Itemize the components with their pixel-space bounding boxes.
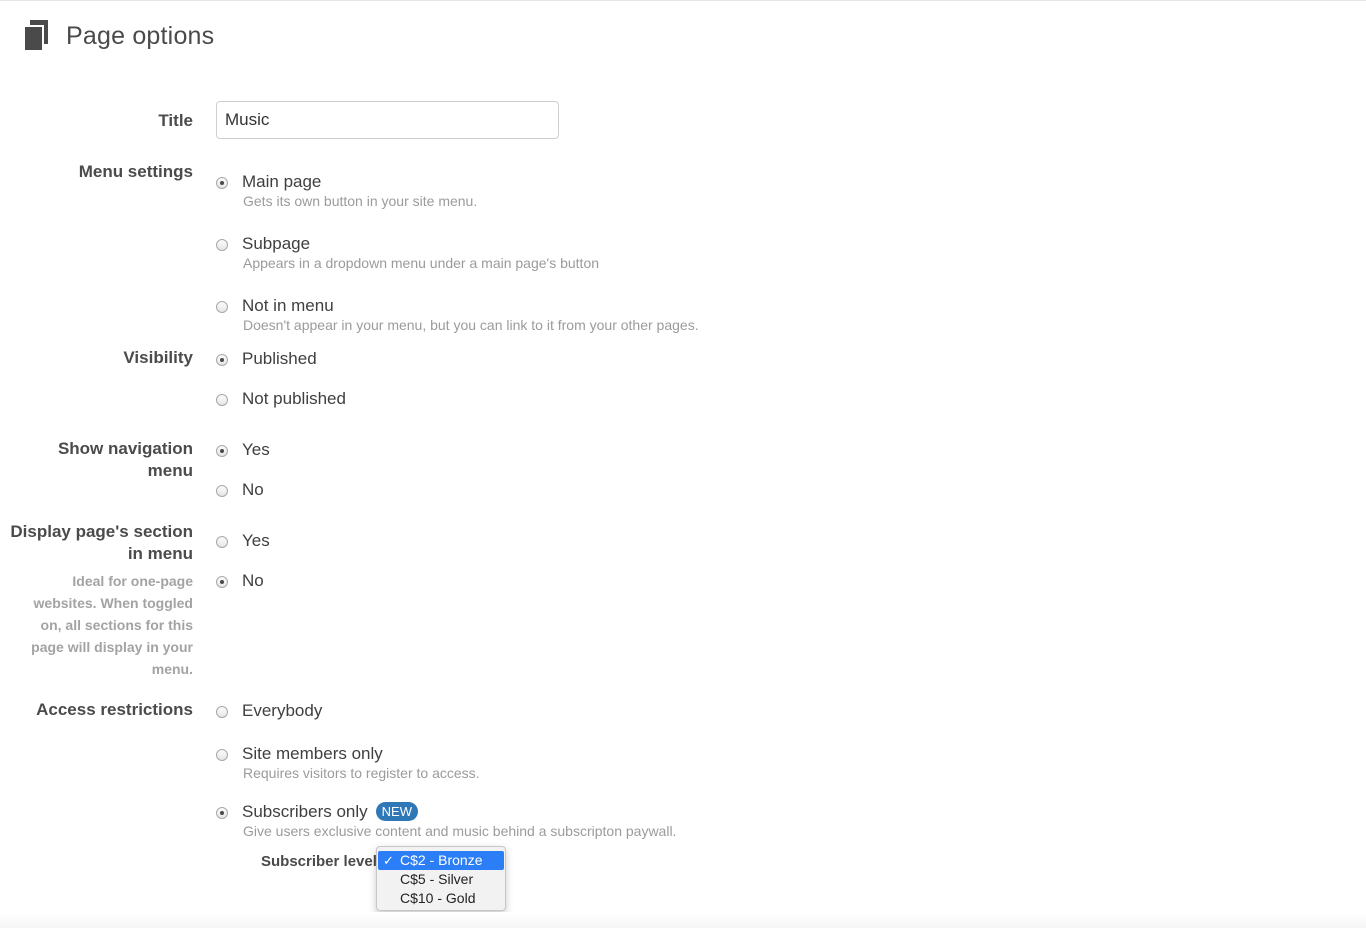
display-section-label-line2: in menu [127, 544, 193, 563]
radio-subscribers[interactable] [216, 807, 228, 819]
display-section-label: Display page's section in menu [10, 521, 193, 565]
help-line: page will display in your [31, 639, 193, 655]
pages-icon [22, 20, 50, 52]
radio-not-published[interactable] [216, 394, 228, 406]
option-label: Main page [242, 172, 322, 191]
dropdown-option-bronze[interactable]: ✓ C$2 - Bronze [378, 851, 504, 870]
radio-site-members[interactable] [216, 749, 228, 761]
access-restrictions-label: Access restrictions [36, 700, 193, 719]
help-line: Ideal for one-page [72, 573, 193, 589]
radio-display-section-no[interactable] [216, 576, 228, 588]
new-badge: NEW [375, 802, 419, 821]
radio-show-nav-no[interactable] [216, 485, 228, 497]
title-label: Title [158, 111, 193, 130]
help-line: websites. When toggled [33, 595, 193, 611]
option-description: Give users exclusive content and music b… [243, 823, 677, 839]
radio-display-section-yes[interactable] [216, 536, 228, 548]
option-label: Subpage [242, 234, 311, 253]
dropdown-option-label: C$10 - Gold [400, 890, 476, 906]
option-label-with-badge: Subscribers only NEW [242, 802, 419, 822]
bottom-edge [0, 912, 1366, 928]
radio-everybody[interactable] [216, 706, 228, 718]
menu-settings-label: Menu settings [78, 162, 193, 181]
option-label: Published [242, 349, 317, 368]
subscriber-level-dropdown[interactable]: ✓ C$2 - Bronze C$5 - Silver C$10 - Gold [376, 846, 506, 911]
option-label: Subscribers only [242, 802, 368, 821]
option-label: Everybody [242, 701, 323, 720]
show-nav-label-line2: menu [147, 461, 193, 480]
option-description: Doesn't appear in your menu, but you can… [243, 317, 699, 333]
display-section-help: Ideal for one-page websites. When toggle… [23, 570, 193, 680]
option-description: Gets its own button in your site menu. [243, 193, 478, 209]
radio-main-page[interactable] [216, 177, 228, 189]
option-label: No [242, 571, 264, 590]
page-title: Page options [66, 21, 215, 50]
checkmark-icon: ✓ [383, 853, 394, 868]
option-label: No [242, 480, 264, 499]
display-section-label-line1: Display page's section [10, 522, 193, 541]
option-label: Site members only [242, 744, 383, 763]
option-label: Not in menu [242, 296, 334, 315]
title-input[interactable] [216, 101, 559, 139]
radio-subpage[interactable] [216, 239, 228, 251]
radio-show-nav-yes[interactable] [216, 445, 228, 457]
visibility-label: Visibility [123, 348, 193, 367]
help-line: on, all sections for this [40, 617, 193, 633]
dropdown-option-gold[interactable]: C$10 - Gold [378, 889, 504, 908]
help-line: menu. [151, 661, 193, 677]
dropdown-option-label: C$2 - Bronze [400, 852, 483, 868]
radio-not-in-menu[interactable] [216, 301, 228, 313]
option-description: Appears in a dropdown menu under a main … [243, 255, 600, 271]
top-divider [0, 0, 1366, 1]
option-label: Yes [242, 531, 270, 550]
dropdown-option-label: C$5 - Silver [400, 871, 474, 887]
show-nav-label-line1: Show navigation [57, 439, 193, 458]
dropdown-option-silver[interactable]: C$5 - Silver [378, 870, 504, 889]
option-description: Requires visitors to register to access. [243, 765, 480, 781]
option-label: Yes [242, 440, 270, 459]
show-nav-label: Show navigation menu [58, 438, 193, 482]
radio-published[interactable] [216, 354, 228, 366]
option-label: Not published [242, 389, 346, 408]
subscriber-level-label: Subscriber level [261, 853, 377, 870]
page-header: Page options [22, 18, 214, 54]
